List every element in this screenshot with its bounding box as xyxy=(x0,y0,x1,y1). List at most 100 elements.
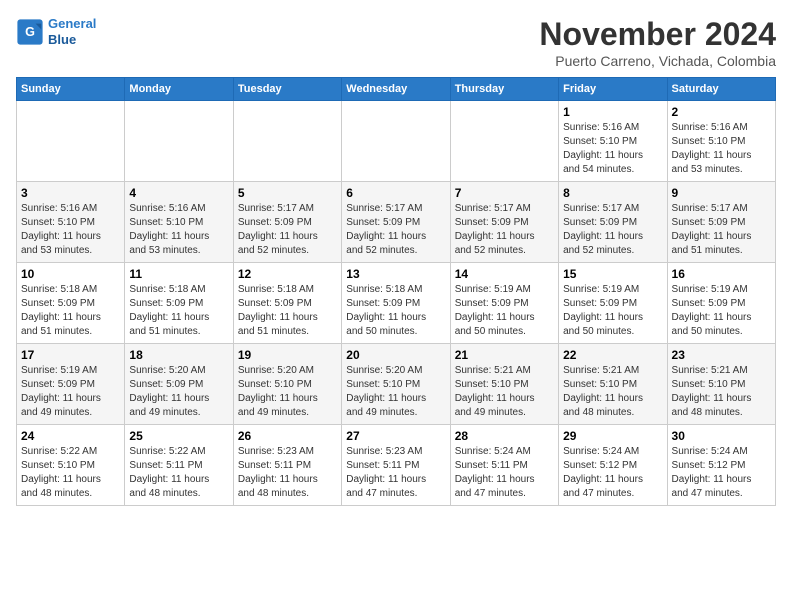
calendar-cell: 16 Sunrise: 5:19 AM Sunset: 5:09 PM Dayli… xyxy=(667,263,775,344)
calendar-cell: 18 Sunrise: 5:20 AM Sunset: 5:09 PM Dayli… xyxy=(125,344,233,425)
calendar-week-3: 10 Sunrise: 5:18 AM Sunset: 5:09 PM Dayli… xyxy=(17,263,776,344)
calendar-cell: 23 Sunrise: 5:21 AM Sunset: 5:10 PM Dayli… xyxy=(667,344,775,425)
day-info: Sunrise: 5:24 AM Sunset: 5:12 PM Dayligh… xyxy=(672,445,771,501)
calendar-cell: 24 Sunrise: 5:22 AM Sunset: 5:10 PM Dayli… xyxy=(17,425,125,506)
calendar-cell: 14 Sunrise: 5:19 AM Sunset: 5:09 PM Dayli… xyxy=(450,263,558,344)
day-number: 9 xyxy=(672,186,771,200)
day-info: Sunrise: 5:21 AM Sunset: 5:10 PM Dayligh… xyxy=(672,364,771,420)
calendar-week-1: 1Sunrise: 5:16 AM Sunset: 5:10 PM Daylig… xyxy=(17,101,776,182)
day-number: 4 xyxy=(129,186,228,200)
day-info: Sunrise: 5:17 AM Sunset: 5:09 PM Dayligh… xyxy=(238,202,337,258)
calendar-cell: 1Sunrise: 5:16 AM Sunset: 5:10 PM Daylig… xyxy=(559,101,667,182)
day-info: Sunrise: 5:24 AM Sunset: 5:12 PM Dayligh… xyxy=(563,445,662,501)
calendar-cell: 2 Sunrise: 5:16 AM Sunset: 5:10 PM Daylig… xyxy=(667,101,775,182)
day-number: 19 xyxy=(238,348,337,362)
day-header-wednesday: Wednesday xyxy=(342,78,450,101)
day-info: Sunrise: 5:22 AM Sunset: 5:10 PM Dayligh… xyxy=(21,445,120,501)
day-header-monday: Monday xyxy=(125,78,233,101)
day-number: 10 xyxy=(21,267,120,281)
calendar-cell: 15 Sunrise: 5:19 AM Sunset: 5:09 PM Dayli… xyxy=(559,263,667,344)
day-number: 16 xyxy=(672,267,771,281)
calendar-week-4: 17 Sunrise: 5:19 AM Sunset: 5:09 PM Dayli… xyxy=(17,344,776,425)
page-header: G General Blue November 2024 Puerto Carr… xyxy=(16,16,776,69)
calendar-cell xyxy=(233,101,341,182)
calendar-cell xyxy=(125,101,233,182)
location: Puerto Carreno, Vichada, Colombia xyxy=(539,53,776,69)
day-info: Sunrise: 5:21 AM Sunset: 5:10 PM Dayligh… xyxy=(563,364,662,420)
day-number: 15 xyxy=(563,267,662,281)
day-info: Sunrise: 5:22 AM Sunset: 5:11 PM Dayligh… xyxy=(129,445,228,501)
day-number: 11 xyxy=(129,267,228,281)
day-number: 14 xyxy=(455,267,554,281)
day-info: Sunrise: 5:23 AM Sunset: 5:11 PM Dayligh… xyxy=(238,445,337,501)
calendar-cell: 8 Sunrise: 5:17 AM Sunset: 5:09 PM Daylig… xyxy=(559,182,667,263)
day-info: Sunrise: 5:17 AM Sunset: 5:09 PM Dayligh… xyxy=(563,202,662,258)
day-number: 24 xyxy=(21,429,120,443)
logo-line1: General xyxy=(48,16,96,31)
day-number: 30 xyxy=(672,429,771,443)
day-number: 18 xyxy=(129,348,228,362)
day-info: Sunrise: 5:19 AM Sunset: 5:09 PM Dayligh… xyxy=(21,364,120,420)
calendar-cell: 26 Sunrise: 5:23 AM Sunset: 5:11 PM Dayli… xyxy=(233,425,341,506)
day-info: Sunrise: 5:16 AM Sunset: 5:10 PM Dayligh… xyxy=(21,202,120,258)
calendar-cell: 25 Sunrise: 5:22 AM Sunset: 5:11 PM Dayli… xyxy=(125,425,233,506)
day-number: 25 xyxy=(129,429,228,443)
calendar-cell: 30 Sunrise: 5:24 AM Sunset: 5:12 PM Dayli… xyxy=(667,425,775,506)
calendar-header-row: SundayMondayTuesdayWednesdayThursdayFrid… xyxy=(17,78,776,101)
day-info: Sunrise: 5:20 AM Sunset: 5:10 PM Dayligh… xyxy=(238,364,337,420)
day-info: Sunrise: 5:19 AM Sunset: 5:09 PM Dayligh… xyxy=(455,283,554,339)
day-number: 28 xyxy=(455,429,554,443)
calendar-cell: 20Sunrise: 5:20 AM Sunset: 5:10 PM Dayli… xyxy=(342,344,450,425)
calendar-cell: 3 Sunrise: 5:16 AM Sunset: 5:10 PM Daylig… xyxy=(17,182,125,263)
calendar-cell xyxy=(17,101,125,182)
day-info: Sunrise: 5:16 AM Sunset: 5:10 PM Dayligh… xyxy=(563,121,662,177)
day-number: 6 xyxy=(346,186,445,200)
day-info: Sunrise: 5:20 AM Sunset: 5:09 PM Dayligh… xyxy=(129,364,228,420)
calendar-cell: 4Sunrise: 5:16 AM Sunset: 5:10 PM Daylig… xyxy=(125,182,233,263)
day-number: 5 xyxy=(238,186,337,200)
calendar-cell: 27Sunrise: 5:23 AM Sunset: 5:11 PM Dayli… xyxy=(342,425,450,506)
day-number: 13 xyxy=(346,267,445,281)
day-info: Sunrise: 5:16 AM Sunset: 5:10 PM Dayligh… xyxy=(672,121,771,177)
calendar-cell: 11 Sunrise: 5:18 AM Sunset: 5:09 PM Dayli… xyxy=(125,263,233,344)
day-number: 20 xyxy=(346,348,445,362)
calendar-cell: 5 Sunrise: 5:17 AM Sunset: 5:09 PM Daylig… xyxy=(233,182,341,263)
day-info: Sunrise: 5:24 AM Sunset: 5:11 PM Dayligh… xyxy=(455,445,554,501)
calendar-cell: 13 Sunrise: 5:18 AM Sunset: 5:09 PM Dayli… xyxy=(342,263,450,344)
day-info: Sunrise: 5:18 AM Sunset: 5:09 PM Dayligh… xyxy=(238,283,337,339)
day-header-sunday: Sunday xyxy=(17,78,125,101)
day-info: Sunrise: 5:18 AM Sunset: 5:09 PM Dayligh… xyxy=(129,283,228,339)
calendar-cell: 19 Sunrise: 5:20 AM Sunset: 5:10 PM Dayli… xyxy=(233,344,341,425)
calendar-cell: 6 Sunrise: 5:17 AM Sunset: 5:09 PM Daylig… xyxy=(342,182,450,263)
day-info: Sunrise: 5:18 AM Sunset: 5:09 PM Dayligh… xyxy=(21,283,120,339)
calendar-cell xyxy=(342,101,450,182)
calendar-cell: 29 Sunrise: 5:24 AM Sunset: 5:12 PM Dayli… xyxy=(559,425,667,506)
logo-text: General Blue xyxy=(48,16,96,47)
day-number: 29 xyxy=(563,429,662,443)
day-info: Sunrise: 5:23 AM Sunset: 5:11 PM Dayligh… xyxy=(346,445,445,501)
day-info: Sunrise: 5:17 AM Sunset: 5:09 PM Dayligh… xyxy=(346,202,445,258)
day-number: 8 xyxy=(563,186,662,200)
calendar-cell: 12Sunrise: 5:18 AM Sunset: 5:09 PM Dayli… xyxy=(233,263,341,344)
day-number: 7 xyxy=(455,186,554,200)
day-header-saturday: Saturday xyxy=(667,78,775,101)
day-info: Sunrise: 5:19 AM Sunset: 5:09 PM Dayligh… xyxy=(672,283,771,339)
day-number: 26 xyxy=(238,429,337,443)
calendar-cell: 17 Sunrise: 5:19 AM Sunset: 5:09 PM Dayli… xyxy=(17,344,125,425)
logo-icon: G xyxy=(16,18,44,46)
calendar-table: SundayMondayTuesdayWednesdayThursdayFrid… xyxy=(16,77,776,506)
day-number: 23 xyxy=(672,348,771,362)
calendar-week-2: 3 Sunrise: 5:16 AM Sunset: 5:10 PM Daylig… xyxy=(17,182,776,263)
calendar-cell: 21Sunrise: 5:21 AM Sunset: 5:10 PM Dayli… xyxy=(450,344,558,425)
calendar-cell: 28 Sunrise: 5:24 AM Sunset: 5:11 PM Dayli… xyxy=(450,425,558,506)
day-header-tuesday: Tuesday xyxy=(233,78,341,101)
day-number: 17 xyxy=(21,348,120,362)
calendar-cell: 22Sunrise: 5:21 AM Sunset: 5:10 PM Dayli… xyxy=(559,344,667,425)
day-info: Sunrise: 5:18 AM Sunset: 5:09 PM Dayligh… xyxy=(346,283,445,339)
day-number: 3 xyxy=(21,186,120,200)
day-info: Sunrise: 5:17 AM Sunset: 5:09 PM Dayligh… xyxy=(672,202,771,258)
calendar-cell: 10 Sunrise: 5:18 AM Sunset: 5:09 PM Dayli… xyxy=(17,263,125,344)
day-number: 2 xyxy=(672,105,771,119)
day-info: Sunrise: 5:19 AM Sunset: 5:09 PM Dayligh… xyxy=(563,283,662,339)
month-title: November 2024 xyxy=(539,16,776,53)
